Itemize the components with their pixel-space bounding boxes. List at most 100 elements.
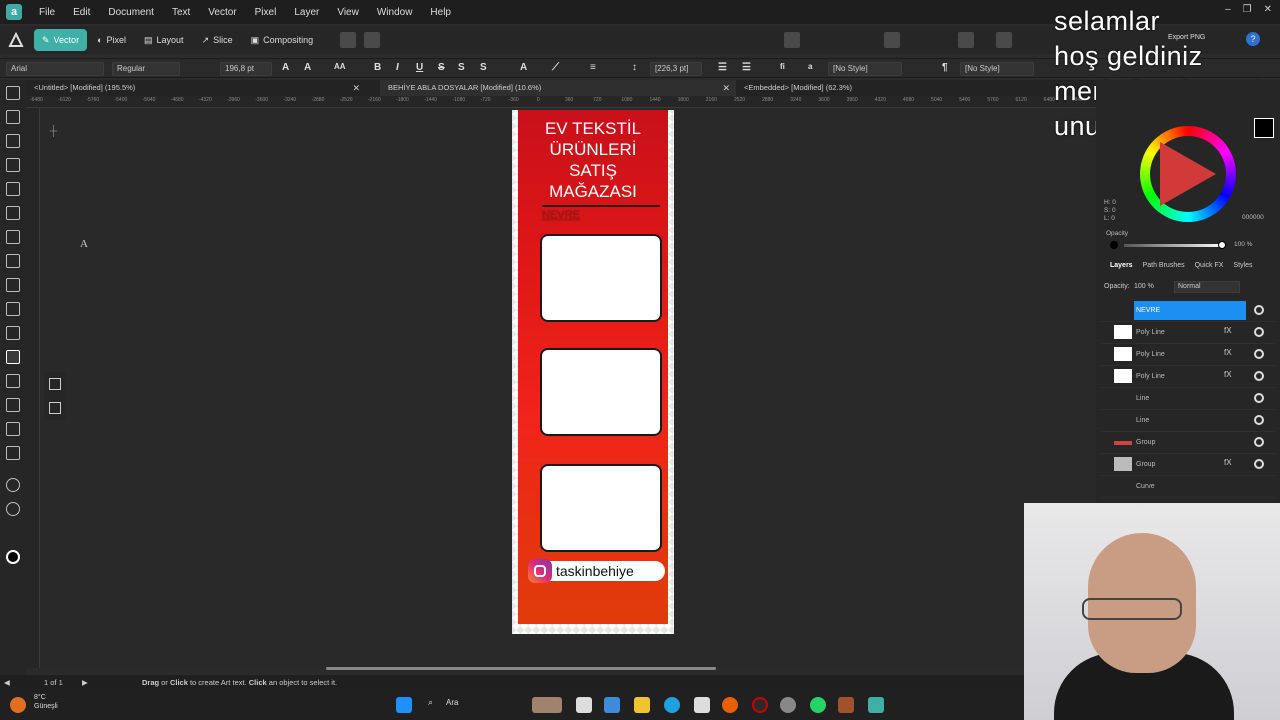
visibility-icon[interactable] <box>1254 371 1264 381</box>
bullets-icon[interactable]: ☰ <box>718 62 727 73</box>
file-explorer-icon[interactable] <box>634 697 650 713</box>
current-color-swatch[interactable] <box>1254 118 1274 138</box>
store-icon[interactable] <box>694 697 710 713</box>
bold-button[interactable]: B <box>374 62 381 73</box>
layer-row[interactable]: Curve <box>1100 476 1276 498</box>
layer-row[interactable]: Line <box>1100 388 1276 410</box>
fx-icon[interactable]: fX <box>1224 348 1232 357</box>
tab-embedded[interactable]: <Embedded> [Modified] (62.3%) <box>736 80 1096 96</box>
instagram-badge[interactable]: taskinbehiye <box>528 559 665 583</box>
menu-edit[interactable]: Edit <box>64 7 99 18</box>
persona-slice[interactable]: ↗ Slice <box>194 29 241 51</box>
paragraph-icon[interactable]: ¶ <box>942 62 948 73</box>
corner-tool-icon[interactable] <box>6 158 20 172</box>
chrome-icon[interactable] <box>780 697 796 713</box>
text-tool-icon[interactable] <box>6 350 20 364</box>
close-icon[interactable]: ✕ <box>1264 4 1272 15</box>
transparency-tool-icon[interactable] <box>6 422 20 436</box>
layer-opacity-value[interactable]: 100 % <box>1134 283 1154 290</box>
winrar-icon[interactable] <box>838 697 854 713</box>
superscript-button[interactable]: S <box>458 62 465 73</box>
weather-icon[interactable] <box>10 697 26 713</box>
persona-layout[interactable]: ▤ Layout <box>136 29 192 51</box>
font-family-select[interactable]: Arial <box>6 62 104 76</box>
point-transform-icon[interactable] <box>6 182 20 196</box>
poster-design[interactable]: EV TEKSTİL ÜRÜNLERİ SATIŞ MAĞAZASI NEVRE… <box>518 110 668 624</box>
taskbar-search[interactable]: Ara <box>446 698 458 707</box>
pencil-tool-icon[interactable] <box>6 230 20 244</box>
visibility-icon[interactable] <box>1254 393 1264 403</box>
flip-icon[interactable] <box>958 32 974 48</box>
copilot-icon[interactable] <box>604 697 620 713</box>
affinity-taskbar-icon[interactable] <box>868 697 884 713</box>
underline-button[interactable]: U <box>416 62 423 73</box>
layer-row[interactable]: Poly Line fX <box>1100 322 1276 344</box>
menu-document[interactable]: Document <box>99 7 163 18</box>
increase-font-icon[interactable]: A <box>282 62 289 73</box>
firefox-icon[interactable] <box>722 697 738 713</box>
windows-start-icon[interactable] <box>396 697 412 713</box>
fx-icon[interactable]: fX <box>1224 458 1232 467</box>
persona-compositing[interactable]: ▣ Compositing <box>243 29 322 51</box>
visibility-icon[interactable] <box>1254 415 1264 425</box>
product-card[interactable] <box>542 236 660 320</box>
fill-tool-icon[interactable] <box>6 278 20 292</box>
case-button[interactable]: AA <box>334 62 346 71</box>
layer-row[interactable]: Poly Line fX <box>1100 344 1276 366</box>
whatsapp-icon[interactable] <box>810 697 826 713</box>
color-triangle[interactable] <box>1160 142 1216 206</box>
shape-tool-icon[interactable] <box>6 326 20 340</box>
image-tool-icon[interactable] <box>6 374 20 388</box>
snapping-icon[interactable] <box>340 32 356 48</box>
hex-value[interactable]: 000000 <box>1242 214 1264 221</box>
menu-window[interactable]: Window <box>368 7 422 18</box>
arrange-icon[interactable] <box>784 32 800 48</box>
node-tool-icon[interactable] <box>6 134 20 148</box>
numbering-icon[interactable]: ☰ <box>742 62 751 73</box>
visibility-icon[interactable] <box>1254 305 1264 315</box>
visibility-icon[interactable] <box>1254 437 1264 447</box>
page-prev-icon[interactable]: ◀ <box>4 678 10 687</box>
widgets-icon[interactable] <box>532 697 562 713</box>
tab-path-brushes[interactable]: Path Brushes <box>1143 262 1185 269</box>
visibility-icon[interactable] <box>1254 349 1264 359</box>
leading-icon[interactable]: ↕ <box>632 62 637 73</box>
edge-icon[interactable] <box>664 697 680 713</box>
menu-view[interactable]: View <box>328 7 368 18</box>
tab-layers[interactable]: Layers <box>1110 262 1133 269</box>
brush-tool-icon[interactable] <box>6 254 20 268</box>
grid-icon[interactable] <box>364 32 380 48</box>
font-size-field[interactable]: 196,8 pt <box>220 62 272 76</box>
fill-swatch[interactable] <box>6 550 20 564</box>
search-icon[interactable]: ⌕ <box>428 697 433 708</box>
leading-field[interactable]: [226,3 pt] <box>650 62 702 76</box>
task-view-icon[interactable] <box>576 697 592 713</box>
move-tool-icon[interactable] <box>6 86 20 100</box>
art-text-tool-icon[interactable] <box>49 378 61 390</box>
hand-tool-icon[interactable] <box>6 478 20 492</box>
weather-widget[interactable]: 8°C Güneşli <box>34 693 58 711</box>
page-next-icon[interactable]: ▶ <box>82 678 88 687</box>
crop-tool-icon[interactable] <box>6 398 20 412</box>
layer-row[interactable]: Group <box>1100 432 1276 454</box>
persona-pixel[interactable]: ◐ Pixel <box>89 29 134 51</box>
opacity-slider[interactable] <box>1124 244 1224 247</box>
close-tab-icon[interactable]: ✕ <box>352 80 360 96</box>
opera-icon[interactable] <box>752 697 768 713</box>
menu-text[interactable]: Text <box>163 7 199 18</box>
menu-pixel[interactable]: Pixel <box>246 7 286 18</box>
menu-layer[interactable]: Layer <box>285 7 328 18</box>
zoom-tool-icon[interactable] <box>6 502 20 516</box>
text-tool-flyout[interactable] <box>44 372 66 420</box>
italic-button[interactable]: I <box>396 62 399 73</box>
fx-icon[interactable]: fX <box>1224 370 1232 379</box>
color-picker-icon[interactable] <box>6 446 20 460</box>
nevre-text[interactable]: NEVRE <box>542 209 580 221</box>
menu-vector[interactable]: Vector <box>199 7 245 18</box>
persona-vector[interactable]: ✎ Vector <box>34 29 88 51</box>
product-card[interactable] <box>542 466 660 550</box>
layer-row[interactable]: Group fX <box>1100 454 1276 476</box>
rectangle-tool-icon[interactable] <box>6 302 20 316</box>
menu-file[interactable]: File <box>30 7 64 18</box>
decrease-font-icon[interactable]: A <box>304 62 311 73</box>
